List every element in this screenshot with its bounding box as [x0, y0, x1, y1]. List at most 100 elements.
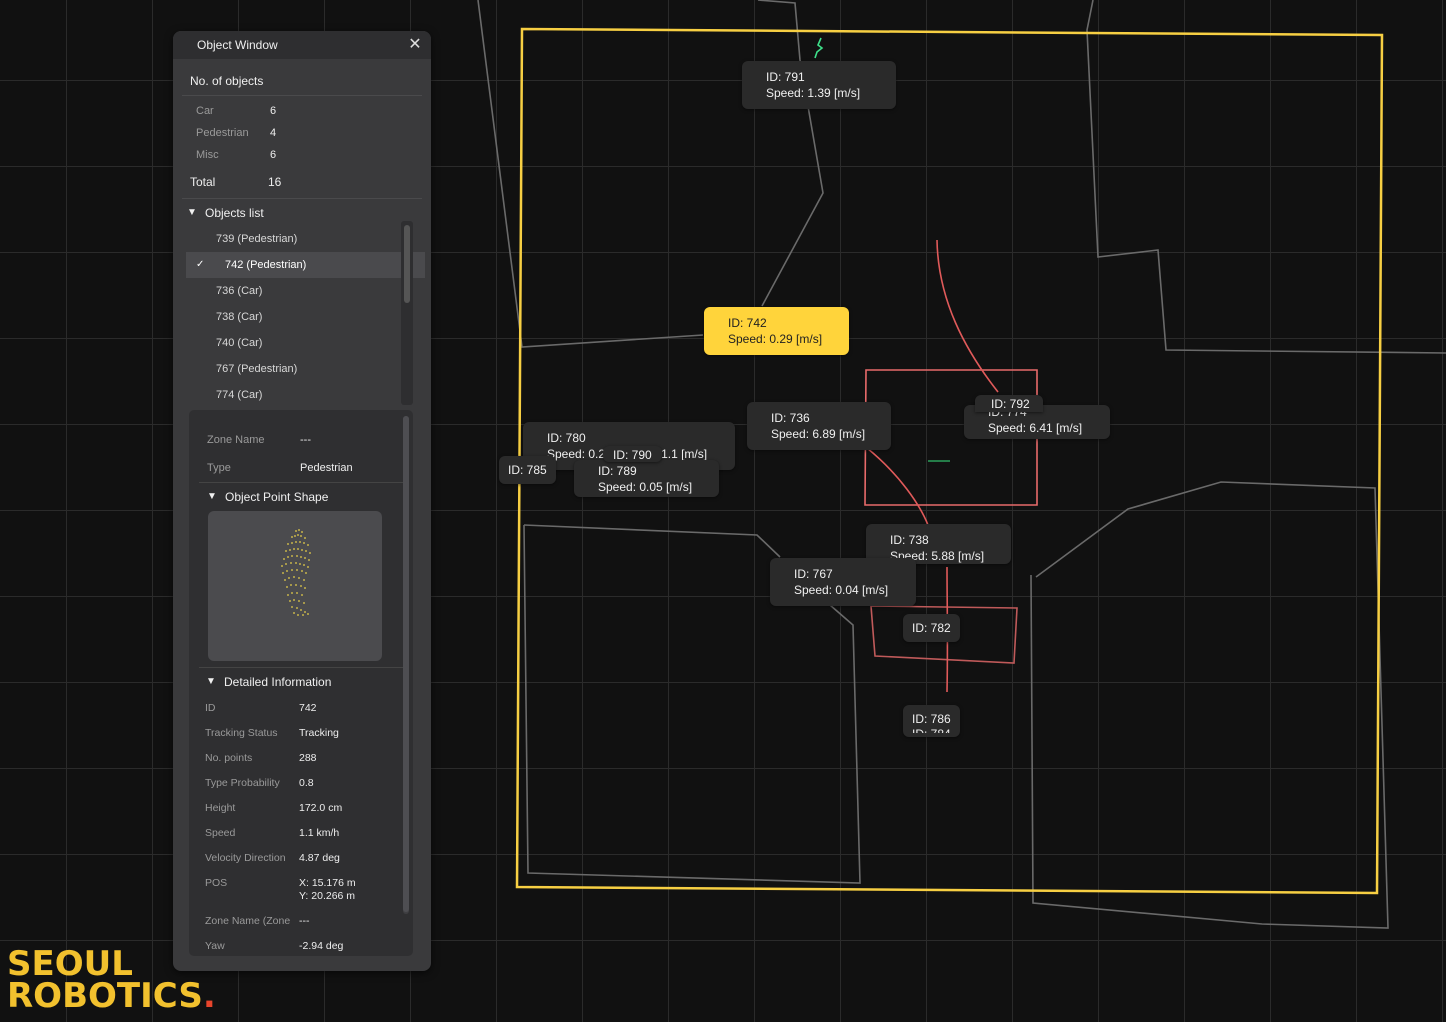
tag-speed: Speed: 6.89 [m/s]: [771, 427, 866, 441]
object-window[interactable]: Object Window ✕ No. of objects Car 6 Ped…: [173, 31, 431, 971]
info-label: POS: [205, 877, 228, 889]
scrollbar-thumb[interactable]: [404, 225, 410, 303]
object-tag-792[interactable]: ID: 792: [975, 395, 1043, 412]
tag-id: ID: 780: [547, 431, 586, 445]
objects-list-scrollbar[interactable]: [401, 221, 413, 405]
info-label: Height: [205, 802, 236, 814]
object-tag-790[interactable]: ID: 790: [603, 446, 662, 462]
total-label: Total: [190, 175, 216, 189]
tag-id: ID: 782: [912, 621, 951, 635]
point-shape-header[interactable]: ▼ Object Point Shape: [189, 483, 413, 511]
detailed-info-title: Detailed Information: [224, 675, 332, 689]
object-tag-782[interactable]: ID: 782: [903, 614, 960, 642]
logo-dot: .: [202, 976, 216, 1016]
list-item[interactable]: 767 (Pedestrian): [173, 356, 386, 382]
road-line: [1086, 0, 1446, 354]
count-value: 4: [270, 127, 277, 139]
info-id: ID 742: [189, 696, 413, 721]
tag-id: ID: 767: [794, 567, 833, 581]
info-value: X: 15.176 m Y: 20.266 m: [299, 877, 356, 903]
count-value: 6: [270, 149, 277, 161]
info-label: Zone Name (Zone: [205, 915, 291, 927]
list-item-selected[interactable]: ✓ 742 (Pedestrian): [186, 252, 425, 278]
triangle-down-icon: ▼: [206, 676, 216, 687]
info-label: Velocity Direction: [205, 852, 286, 864]
point-shape-preview[interactable]: [208, 511, 382, 661]
point-shape-title: Object Point Shape: [225, 490, 329, 504]
list-item[interactable]: 739 (Pedestrian): [173, 226, 386, 252]
object-tag-767[interactable]: ID: 767 Speed: 0.04 [m/s]: [770, 558, 916, 606]
objects-list-title: Objects list: [205, 206, 264, 220]
list-item-label: 736 (Car): [216, 285, 263, 297]
tag-id: ID: 786: [912, 712, 951, 726]
info-height: Height 172.0 cm: [189, 796, 413, 821]
scrollbar-thumb[interactable]: [403, 416, 409, 912]
tag-id: ID: 792: [991, 397, 1030, 411]
counts-title: No. of objects: [190, 74, 264, 88]
tag-speed: Speed: 0.29 [m/s]: [728, 332, 823, 346]
info-label: ID: [205, 702, 216, 714]
objects-list[interactable]: 739 (Pedestrian) ✓ 742 (Pedestrian) 736 (…: [173, 226, 431, 410]
total-value: 16: [268, 175, 282, 189]
info-value: 172.0 cm: [299, 802, 343, 814]
triangle-down-icon: ▼: [207, 491, 217, 502]
object-tag-742[interactable]: ID: 742 Speed: 0.29 [m/s]: [704, 307, 849, 355]
detail-label: Zone Name: [207, 434, 265, 446]
info-velocity-direction: Velocity Direction 4.87 deg: [189, 846, 413, 871]
object-window-titlebar[interactable]: Object Window ✕: [173, 31, 431, 59]
tag-id: ID: 738: [890, 533, 929, 547]
list-item[interactable]: 740 (Car): [173, 330, 386, 356]
count-label: Car: [196, 105, 214, 117]
seoul-robotics-logo: SEOUL ROBOTICS.: [7, 947, 216, 1013]
pos-y: Y: 20.266 m: [299, 890, 356, 902]
details-scrollbar[interactable]: [403, 416, 409, 914]
info-label: Tracking Status: [205, 727, 278, 739]
list-item-label: 740 (Car): [216, 337, 263, 349]
count-row-car: Car 6: [173, 100, 431, 122]
object-tag-786[interactable]: ID: 786 ID: 784: [903, 705, 960, 737]
count-row-total: Total 16: [173, 166, 431, 194]
road-line: [477, 0, 704, 348]
tag-id: ID: 785: [508, 463, 547, 477]
trajectory-736: [866, 447, 929, 526]
triangle-down-icon: ▼: [187, 207, 197, 218]
object-window-title: Object Window: [197, 38, 278, 52]
info-value: 1.1 km/h: [299, 827, 340, 839]
info-no-points: No. points 288: [189, 746, 413, 771]
list-item-label: 742 (Pedestrian): [225, 259, 307, 271]
count-row-pedestrian: Pedestrian 4: [173, 122, 431, 144]
list-item-label: 767 (Pedestrian): [216, 363, 298, 375]
info-value: -2.94 deg: [299, 940, 344, 952]
count-value: 6: [270, 105, 277, 117]
info-value: ---: [299, 915, 310, 927]
road-line: [523, 524, 781, 558]
detailed-info-header[interactable]: ▼ Detailed Information: [189, 668, 413, 696]
info-type-probability: Type Probability 0.8: [189, 771, 413, 796]
tag-speed: Speed: 0.04 [m/s]: [794, 583, 889, 597]
info-value: Tracking: [299, 727, 339, 739]
list-item[interactable]: 738 (Car): [173, 304, 386, 330]
list-item-label: 738 (Car): [216, 311, 263, 323]
object-tag-791[interactable]: ID: 791 Speed: 1.39 [m/s]: [742, 61, 896, 109]
trajectory-791: [814, 37, 824, 59]
info-label: Speed: [205, 827, 236, 839]
object-details-panel[interactable]: Zone Name --- Type Pedestrian ▼ Object P…: [189, 410, 413, 956]
detail-value: ---: [300, 434, 311, 446]
list-item-label: 739 (Pedestrian): [216, 233, 298, 245]
list-item[interactable]: 774 (Car): [173, 382, 386, 408]
info-label: Yaw: [205, 940, 225, 952]
road-line: [757, 0, 824, 307]
road-line: [1030, 481, 1389, 929]
object-tag-785[interactable]: ID: 785: [499, 456, 556, 484]
info-yaw: Yaw -2.94 deg: [189, 934, 413, 956]
objects-list-header[interactable]: ▼ Objects list: [173, 200, 431, 226]
object-tag-736[interactable]: ID: 736 Speed: 6.89 [m/s]: [747, 402, 891, 450]
info-label: No. points: [205, 752, 253, 764]
chevron-down-icon: ✓: [196, 259, 205, 270]
close-icon[interactable]: ✕: [407, 37, 423, 53]
list-item[interactable]: 736 (Car): [173, 278, 386, 304]
info-speed: Speed 1.1 km/h: [189, 821, 413, 846]
info-label: Type Probability: [205, 777, 280, 789]
object-tag-789[interactable]: ID: 789 Speed: 0.05 [m/s]: [574, 460, 719, 497]
logo-line2: ROBOTICS.: [7, 979, 216, 1013]
